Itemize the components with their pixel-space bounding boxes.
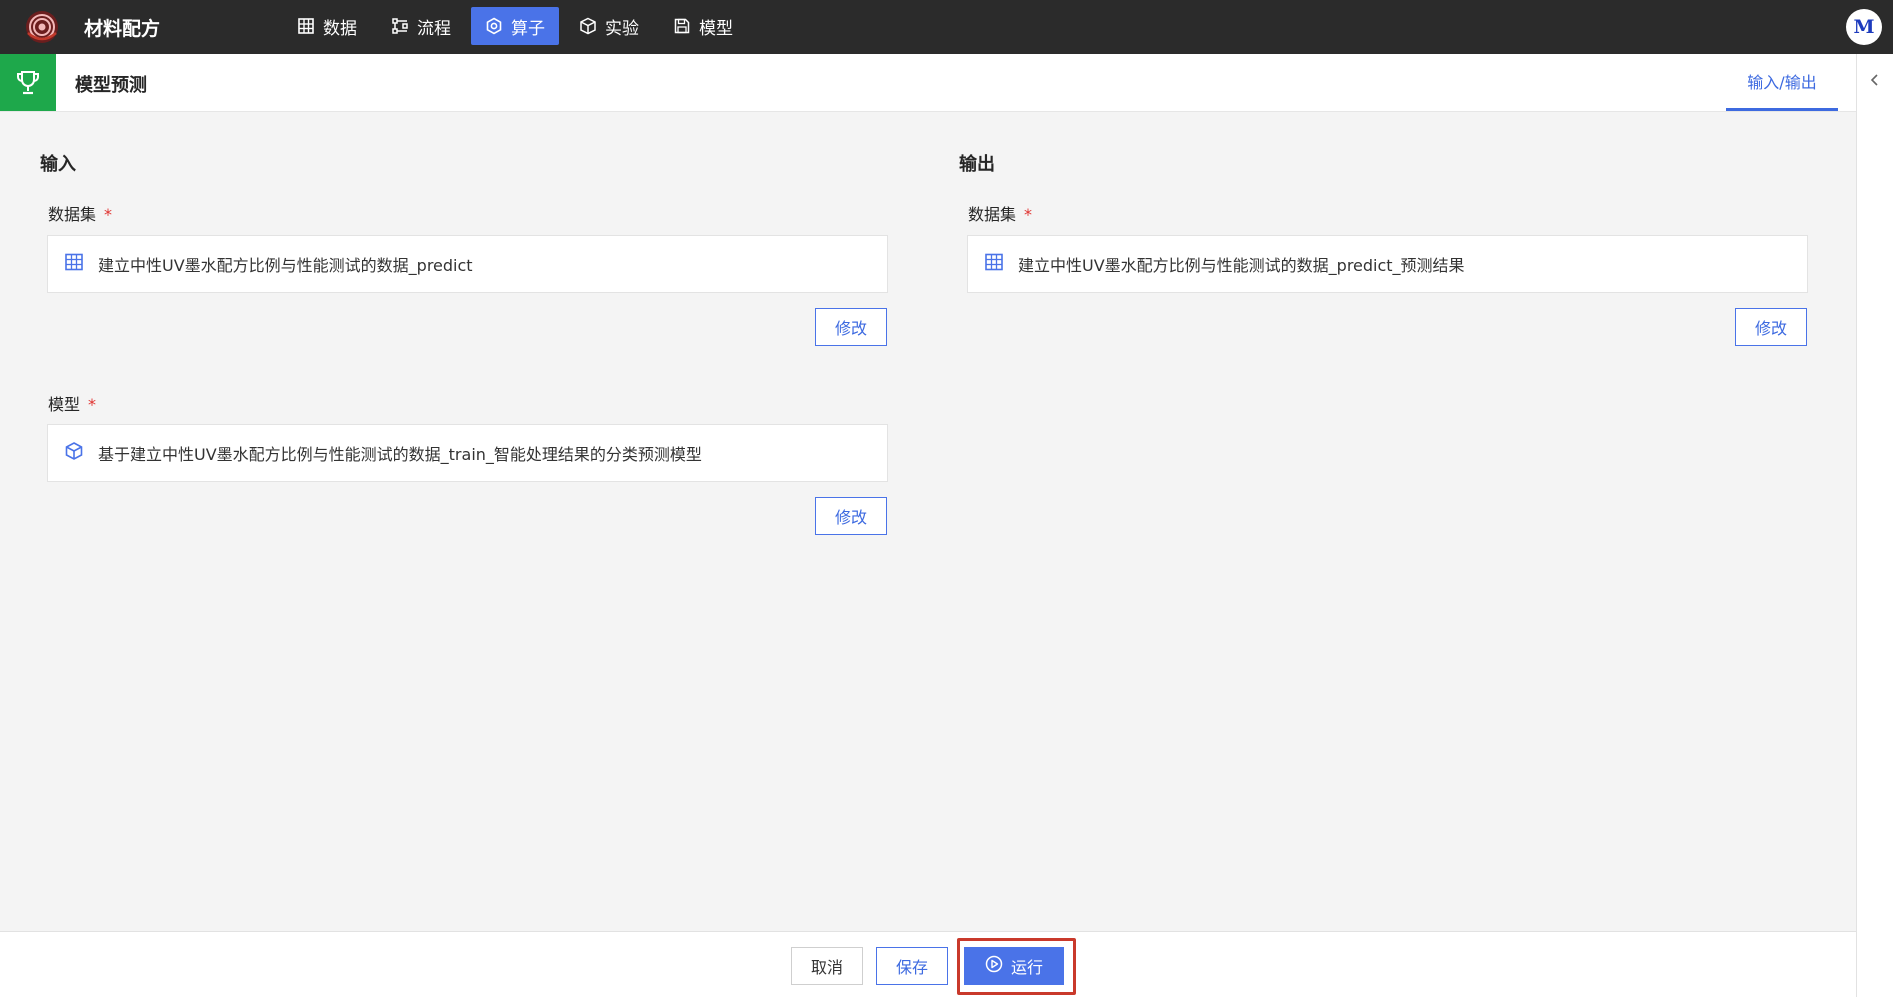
page-title: 模型预测 bbox=[75, 75, 147, 96]
nav-item-experiment[interactable]: 实验 bbox=[565, 7, 653, 45]
table-grid-icon bbox=[297, 17, 315, 35]
table-grid-icon bbox=[64, 252, 84, 276]
top-nav-bar: 材料配方 数据 流程 算子 实验 模型 M bbox=[0, 0, 1893, 54]
chevron-left-icon[interactable] bbox=[1867, 72, 1883, 88]
page-header: 模型预测 输入/输出 bbox=[0, 54, 1856, 112]
nav-item-label: 数据 bbox=[323, 18, 357, 39]
nav-item-label: 模型 bbox=[699, 18, 733, 39]
nav-item-operator[interactable]: 算子 bbox=[471, 7, 559, 45]
cancel-button[interactable]: 取消 bbox=[791, 947, 863, 985]
nav-item-data[interactable]: 数据 bbox=[283, 7, 371, 45]
input-model-value: 基于建立中性UV墨水配方比例与性能测试的数据_train_智能处理结果的分类预测… bbox=[98, 445, 702, 464]
action-footer: 取消 保存 运行 bbox=[0, 931, 1856, 997]
output-dataset-field[interactable]: 建立中性UV墨水配方比例与性能测试的数据_predict_预测结果 bbox=[967, 235, 1808, 293]
edit-output-dataset-button[interactable]: 修改 bbox=[1735, 308, 1807, 346]
cube-icon bbox=[579, 17, 597, 35]
flow-icon bbox=[391, 17, 409, 35]
cube-icon bbox=[64, 441, 84, 465]
required-mark: * bbox=[1024, 205, 1033, 224]
output-dataset-label: 数据集 * bbox=[968, 201, 1032, 225]
output-dataset-value: 建立中性UV墨水配方比例与性能测试的数据_predict_预测结果 bbox=[1018, 256, 1465, 275]
tab-input-output[interactable]: 输入/输出 bbox=[1726, 54, 1838, 111]
nav-item-label: 流程 bbox=[417, 18, 451, 39]
user-avatar[interactable]: M bbox=[1846, 9, 1882, 45]
table-grid-icon bbox=[984, 252, 1004, 276]
nav-item-label: 实验 bbox=[605, 18, 639, 39]
input-dataset-value: 建立中性UV墨水配方比例与性能测试的数据_predict bbox=[98, 256, 473, 275]
input-model-field[interactable]: 基于建立中性UV墨水配方比例与性能测试的数据_train_智能处理结果的分类预测… bbox=[47, 424, 888, 482]
save-button[interactable]: 保存 bbox=[876, 947, 948, 985]
nav-item-model[interactable]: 模型 bbox=[659, 7, 747, 45]
hexagon-icon bbox=[485, 17, 503, 35]
edit-input-model-button[interactable]: 修改 bbox=[815, 497, 887, 535]
field-label-text: 数据集 bbox=[48, 205, 97, 224]
field-label-text: 数据集 bbox=[968, 205, 1017, 224]
play-circle-icon bbox=[985, 955, 1003, 977]
main-nav: 数据 流程 算子 实验 模型 bbox=[283, 7, 747, 45]
run-button-label: 运行 bbox=[1010, 958, 1043, 977]
input-dataset-label: 数据集 * bbox=[48, 201, 112, 225]
app-logo-icon[interactable] bbox=[24, 9, 60, 45]
required-mark: * bbox=[104, 205, 113, 224]
input-section-title: 输入 bbox=[40, 154, 76, 175]
trophy-icon bbox=[0, 54, 56, 111]
floppy-disk-icon bbox=[673, 17, 691, 35]
nav-item-flow[interactable]: 流程 bbox=[377, 7, 465, 45]
right-side-rail bbox=[1856, 54, 1893, 997]
edit-input-dataset-button[interactable]: 修改 bbox=[815, 308, 887, 346]
required-mark: * bbox=[88, 395, 97, 414]
input-dataset-field[interactable]: 建立中性UV墨水配方比例与性能测试的数据_predict bbox=[47, 235, 888, 293]
field-label-text: 模型 bbox=[48, 395, 81, 414]
run-button[interactable]: 运行 bbox=[964, 947, 1064, 985]
input-model-label: 模型 * bbox=[48, 391, 96, 415]
output-section-title: 输出 bbox=[959, 154, 995, 175]
app-title: 材料配方 bbox=[84, 18, 161, 40]
nav-item-label: 算子 bbox=[511, 18, 545, 39]
